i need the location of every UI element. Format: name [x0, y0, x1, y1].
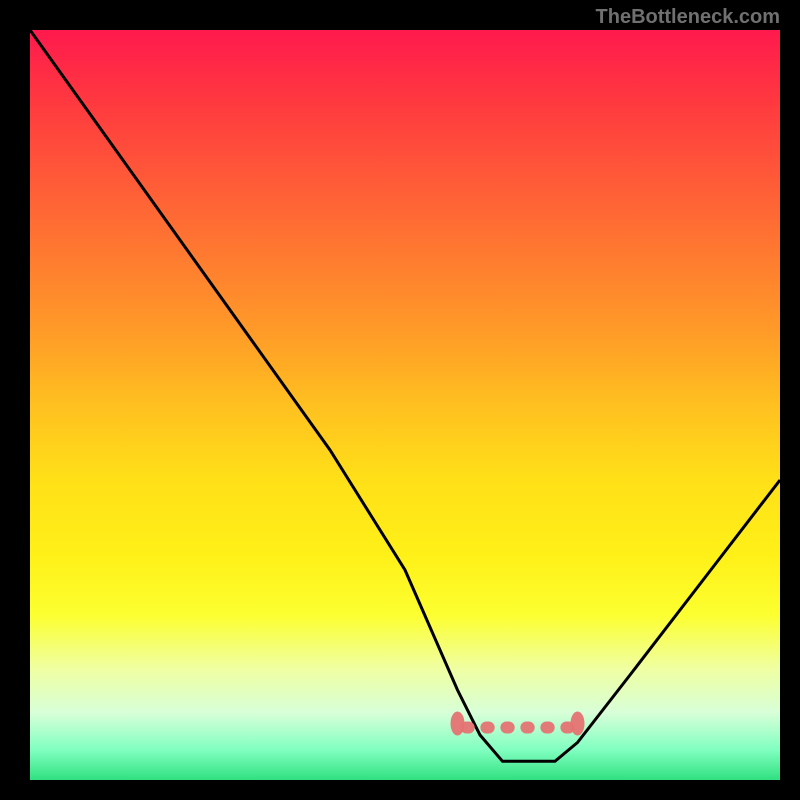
bottleneck-curve [30, 30, 780, 780]
watermark-text: TheBottleneck.com [596, 6, 780, 29]
chart-plot-area [30, 30, 780, 780]
